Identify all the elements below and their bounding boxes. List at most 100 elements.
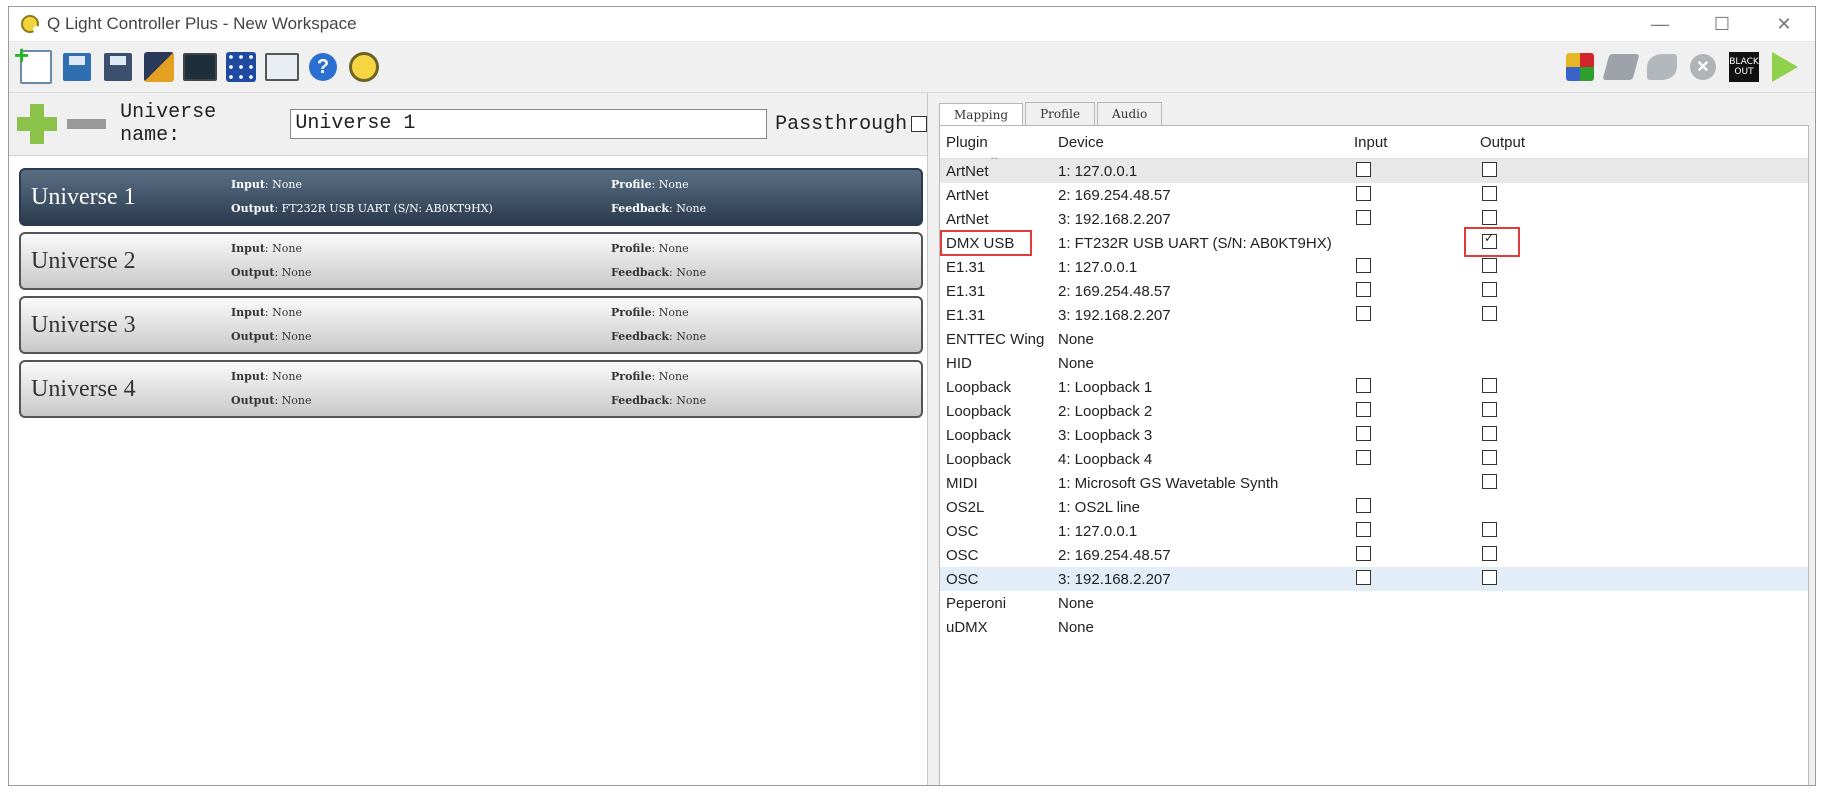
output-checkbox[interactable] [1482,209,1497,225]
play-button[interactable] [1768,50,1802,84]
mapping-row[interactable]: OSC 3: 192.168.2.207 [940,567,1808,591]
input-checkbox[interactable] [1356,521,1371,537]
input-checkbox[interactable] [1356,401,1371,417]
tab-profile[interactable]: Profile [1025,102,1096,125]
column-output[interactable]: Output [1474,134,1534,151]
output-checkbox[interactable] [1482,425,1497,441]
blackout-button[interactable]: BLACK OUT [1727,50,1761,84]
universe-item[interactable]: Universe 2 Input: None Output: None Profile… [19,232,923,290]
mapping-row[interactable]: HID None [940,351,1808,375]
new-workspace-button[interactable] [14,40,53,84]
input-checkbox[interactable] [1356,305,1371,321]
universe-input: Input: None [231,242,302,255]
mapping-row[interactable]: OSC 2: 169.254.48.57 [940,543,1808,567]
input-checkbox[interactable] [1356,209,1371,225]
output-cell [1474,521,1534,541]
output-checkbox[interactable] [1482,521,1497,537]
main-toolbar: ? ✕ BLACK OUT [9,40,1815,93]
universe-profile: Profile: None [611,178,689,191]
open-workspace-button[interactable] [60,50,94,84]
output-label: Output [231,330,275,343]
input-checkbox[interactable] [1356,497,1371,513]
mapping-row[interactable]: E1.31 3: 192.168.2.207 [940,303,1808,327]
close-button[interactable]: ✕ [1753,7,1815,41]
mapping-row[interactable]: Loopback 3: Loopback 3 [940,423,1808,447]
output-checkbox[interactable] [1482,545,1497,561]
window-button[interactable] [265,50,299,84]
mapping-row[interactable]: Loopback 2: Loopback 2 [940,399,1808,423]
input-checkbox[interactable] [1356,569,1371,585]
input-checkbox[interactable] [1356,281,1371,297]
mapping-row[interactable]: ArtNet 3: 192.168.2.207 [940,207,1808,231]
input-cell [1344,425,1474,445]
output-checkbox[interactable] [1482,569,1497,585]
address-tool-button[interactable] [224,50,258,84]
input-checkbox[interactable] [1356,377,1371,393]
mapping-row[interactable]: OSC 1: 127.0.0.1 [940,519,1808,543]
universe-item[interactable]: Universe 3 Input: None Output: None Profile… [19,296,923,354]
stop-functions-button[interactable] [1645,50,1679,84]
output-cell [1474,209,1534,229]
fade-out-icon [1602,54,1640,80]
output-checkbox[interactable] [1482,257,1497,273]
mapping-row[interactable]: uDMX None [940,615,1808,639]
universe-feedback: Feedback: None [611,394,707,407]
output-checkbox[interactable] [1482,449,1497,465]
column-input[interactable]: Input [1344,134,1474,151]
mapping-row[interactable]: Loopback 1: Loopback 1 [940,375,1808,399]
monitor-button[interactable] [183,50,217,84]
about-button[interactable] [347,50,381,84]
input-checkbox[interactable] [1356,185,1371,201]
plugin-cell: OSC [946,546,979,564]
passthrough-checkbox[interactable] [911,116,927,132]
input-checkbox[interactable] [1356,161,1371,177]
mapping-table: Plugin Device Input Output ✕ ArtNet1: 12… [939,125,1809,785]
universe-name-input[interactable]: Universe 1 [290,109,768,139]
input-checkbox[interactable] [1356,545,1371,561]
universe-item[interactable]: Universe 4 Input: None Output: None Profile… [19,360,923,418]
device-cell: 1: FT232R USB UART (S/N: AB0KT9HX) [1058,234,1332,252]
universe-name: Universe 1 [31,184,136,210]
maximize-button[interactable]: ☐ [1691,7,1753,41]
output-checkbox[interactable] [1482,473,1497,489]
output-checkbox[interactable] [1482,401,1497,417]
mapping-row[interactable]: E1.31 2: 169.254.48.57 [940,279,1808,303]
tab-mapping[interactable]: Mapping [939,103,1024,126]
output-value: None [281,330,312,343]
mapping-row[interactable]: ArtNet 2: 169.254.48.57 [940,183,1808,207]
column-plugin[interactable]: Plugin [940,134,1050,151]
output-checkbox[interactable] [1482,305,1497,321]
input-checkbox[interactable] [1356,257,1371,273]
column-device[interactable]: Device [1050,134,1344,151]
mapping-row[interactable]: OS2L 1: OS2L line [940,495,1808,519]
mapping-row[interactable]: ENTTEC Wing None [940,327,1808,351]
input-checkbox[interactable] [1356,449,1371,465]
device-cell: 3: Loopback 3 [1058,426,1153,444]
panic-button[interactable]: ✕ [1686,50,1720,84]
mapping-row[interactable]: DMX USB 1: FT232R USB UART (S/N: AB0KT9HX… [940,227,1808,257]
mapping-row[interactable]: MIDI 1: Microsoft GS Wavetable Synth [940,471,1808,495]
plugin-cell: Loopback [946,450,1012,468]
profile-label: Profile [611,370,652,383]
mapping-row[interactable]: Loopback 4: Loopback 4 [940,447,1808,471]
save-workspace-button[interactable] [101,50,135,84]
mapping-row[interactable]: E1.31 1: 127.0.0.1 [940,255,1808,279]
puzzle-button[interactable] [1563,50,1597,84]
output-checkbox[interactable] [1482,161,1497,177]
mapping-row[interactable]: Peperoni None [940,591,1808,615]
plugin-cell: E1.31 [946,306,986,324]
add-universe-button[interactable] [17,104,57,144]
minimize-button[interactable]: — [1629,7,1691,41]
help-button[interactable]: ? [306,50,340,84]
feedback-value: None [676,330,707,343]
output-checkbox[interactable] [1482,377,1497,393]
fade-out-button[interactable] [1602,50,1640,84]
input-checkbox[interactable] [1356,425,1371,441]
save-as-button[interactable] [142,50,176,84]
output-checkbox[interactable] [1482,185,1497,201]
remove-universe-button[interactable] [66,119,107,129]
mapping-row[interactable]: ArtNet 1: 127.0.0.1 [940,159,1808,183]
universe-item[interactable]: Universe 1 Input: None Output: FT232R USB … [19,168,923,226]
output-checkbox[interactable] [1482,281,1497,297]
tab-audio[interactable]: Audio [1097,102,1163,125]
